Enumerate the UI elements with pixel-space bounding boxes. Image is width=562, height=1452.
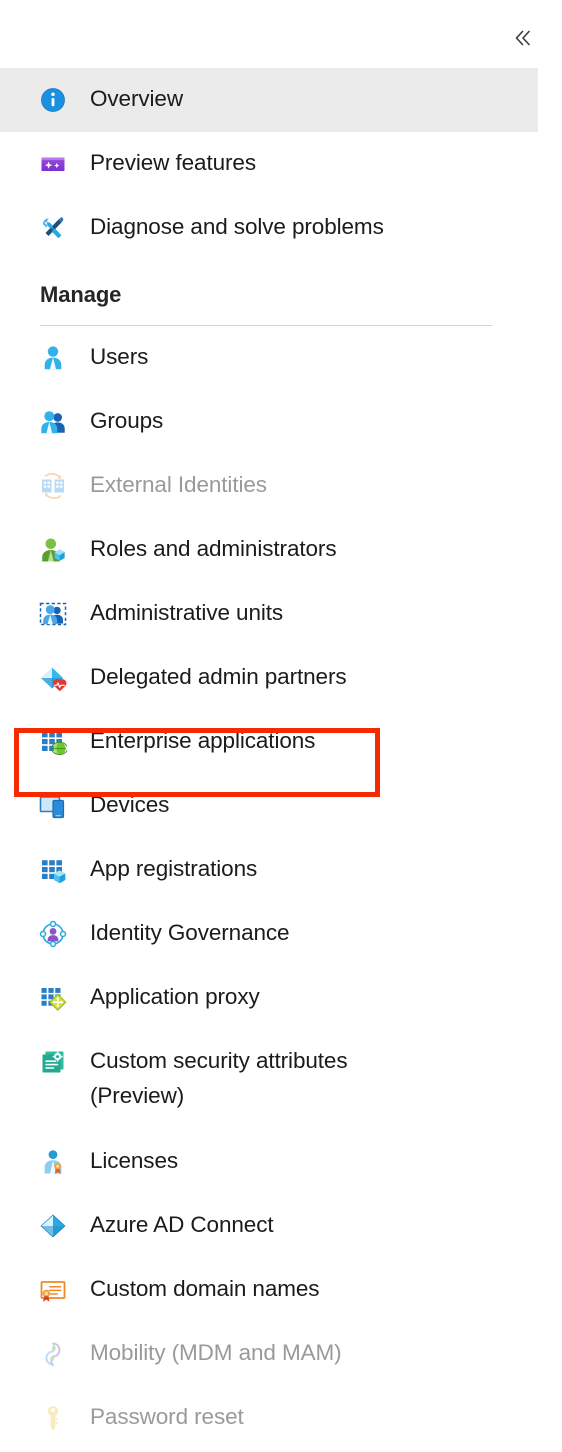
sidebar-item-roles-and-administrators[interactable]: Roles and administrators <box>0 518 562 582</box>
sidebar-item-label: Identity Governance <box>90 920 290 945</box>
sidebar-item-custom-domain-names[interactable]: Custom domain names <box>0 1258 562 1322</box>
sidebar-item-groups[interactable]: Groups <box>0 390 562 454</box>
user-icon <box>38 343 68 373</box>
section-manage: Manage <box>0 260 562 326</box>
custom-domain-names-icon <box>38 1275 68 1305</box>
sidebar-item-label: Administrative units <box>90 600 284 625</box>
enterprise-applications-icon <box>38 727 68 757</box>
chevron-double-left-icon <box>515 30 530 46</box>
sidebar-item-administrative-units[interactable]: Administrative units <box>0 582 562 646</box>
sidebar-item-diagnose-and-solve-problems[interactable]: Diagnose and solve problems <box>0 196 562 260</box>
application-proxy-icon <box>38 983 68 1013</box>
sidebar-item-label: Delegated admin partners <box>90 664 347 689</box>
sidebar-item-identity-governance[interactable]: Identity Governance <box>0 902 562 966</box>
identity-governance-icon <box>38 919 68 949</box>
external-identities-icon <box>38 471 68 501</box>
azure-ad-connect-icon <box>38 1211 68 1241</box>
sidebar-item-azure-ad-connect[interactable]: Azure AD Connect <box>0 1194 562 1258</box>
sidebar-item-label: Diagnose and solve problems <box>90 214 384 239</box>
sidebar-item-label: Preview features <box>90 150 256 175</box>
sidebar-item-label: Azure AD Connect <box>90 1212 274 1237</box>
sidebar-item-app-registrations[interactable]: App registrations <box>0 838 562 902</box>
sidebar-item-label: Enterprise applications <box>90 728 316 753</box>
sidebar-item-label: External Identities <box>90 472 267 497</box>
sidebar-item-label: Application proxy <box>90 984 260 1009</box>
section-title: Manage <box>40 282 122 307</box>
sidebar-item-licenses[interactable]: Licenses <box>0 1130 562 1194</box>
sidebar-item-mobility-mdm-and-mam[interactable]: Mobility (MDM and MAM) <box>0 1322 562 1386</box>
sidebar-nav: Overview Preview features Diagnose and s… <box>0 68 562 1450</box>
custom-security-attributes-icon <box>38 1047 68 1077</box>
panel-topbar <box>0 0 562 68</box>
licenses-icon <box>38 1147 68 1177</box>
sidebar-item-label: Users <box>90 344 149 369</box>
password-reset-icon <box>38 1403 68 1433</box>
sidebar-item-overview[interactable]: Overview <box>0 68 538 132</box>
sidebar-item-users[interactable]: Users <box>0 326 562 390</box>
preview-features-icon <box>38 149 68 179</box>
sidebar-item-label: Custom domain names <box>90 1276 320 1301</box>
info-icon <box>38 85 68 115</box>
sidebar-item-label: Password reset <box>90 1404 244 1429</box>
sidebar-item-password-reset[interactable]: Password reset <box>0 1386 562 1450</box>
sidebar-item-label: App registrations <box>90 856 258 881</box>
sidebar-item-label: Groups <box>90 408 164 433</box>
devices-icon <box>38 791 68 821</box>
sidebar-item-label: Roles and administrators <box>90 536 337 561</box>
mobility-mdm-mam-icon <box>38 1339 68 1369</box>
delegated-admin-partners-icon <box>38 663 68 693</box>
sidebar-item-custom-security-attributes[interactable]: Custom security attributes (Preview) <box>0 1030 562 1130</box>
sidebar-item-preview-features[interactable]: Preview features <box>0 132 562 196</box>
collapse-panel-button[interactable] <box>506 24 540 52</box>
sidebar-item-delegated-admin-partners[interactable]: Delegated admin partners <box>0 646 562 710</box>
app-registrations-icon <box>38 855 68 885</box>
roles-admin-icon <box>38 535 68 565</box>
sidebar-item-label: Licenses <box>90 1148 179 1173</box>
sidebar-item-label: Overview <box>90 86 183 111</box>
groups-icon <box>38 407 68 437</box>
administrative-units-icon <box>38 599 68 629</box>
sidebar-item-label: Custom security attributes (Preview) <box>90 1048 348 1108</box>
sidebar-item-label: Devices <box>90 792 170 817</box>
sidebar-item-enterprise-applications[interactable]: Enterprise applications <box>0 710 562 774</box>
diagnose-tools-icon <box>38 213 68 243</box>
sidebar-item-external-identities[interactable]: External Identities <box>0 454 562 518</box>
sidebar-item-application-proxy[interactable]: Application proxy <box>0 966 562 1030</box>
sidebar-item-label: Mobility (MDM and MAM) <box>90 1340 342 1365</box>
sidebar-item-devices[interactable]: Devices <box>0 774 562 838</box>
